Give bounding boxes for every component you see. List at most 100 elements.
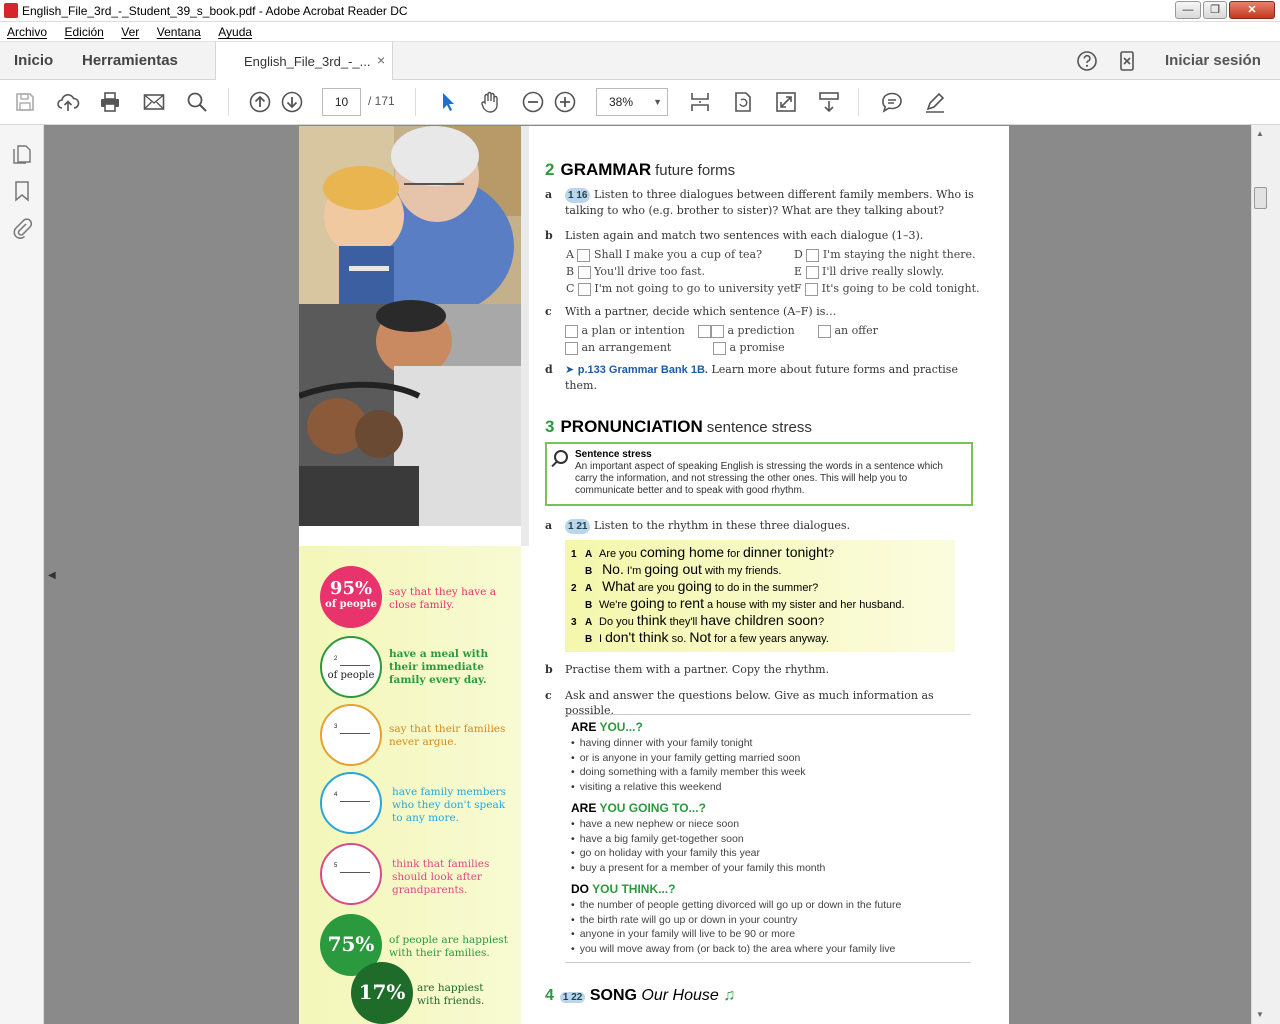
full-screen-icon[interactable] (774, 90, 798, 114)
option-A: A Shall I make you a cup of tea? (566, 248, 762, 262)
category-prediction: a prediction (698, 324, 795, 338)
stat-circle: 5 (320, 843, 382, 905)
zoom-value: 38% (609, 95, 634, 109)
stat-circle: 2 of people (320, 636, 382, 698)
zoom-out-icon[interactable] (521, 90, 545, 114)
left-navigation-pane (0, 125, 44, 1024)
menu-archivo[interactable]: Archivo (7, 25, 47, 39)
stat-text: say that their families never argue. (389, 723, 506, 748)
scroll-mode-icon[interactable] (817, 90, 841, 114)
dialogue-line: B No. I'm going out with my friends. (585, 561, 782, 577)
question-bullet: having dinner with your family tonight (571, 737, 753, 749)
stat-text: think that families should look after gr… (392, 858, 490, 896)
answer-checkbox[interactable] (577, 282, 591, 296)
zoom-select[interactable]: 38% ▼ (596, 88, 668, 116)
category-arrangement: an arrangement (565, 341, 671, 355)
stat-text: have family members who they don't speak… (392, 786, 507, 824)
answer-checkbox[interactable] (805, 282, 819, 296)
category-promise: a promise (713, 341, 785, 355)
mobile-link-icon[interactable] (1116, 50, 1138, 72)
toolbar: 10 / 171 38% ▼ (0, 80, 1280, 125)
divider (565, 714, 971, 715)
category-plan: a plan or intention (565, 324, 685, 338)
stat-text: have a meal with their immediate family … (389, 648, 489, 686)
tab-document[interactable]: English_File_3rd_-_... × (215, 42, 393, 81)
answer-checkbox[interactable] (577, 248, 591, 262)
question-group-heading: ARE YOU GOING TO...? (571, 801, 706, 815)
question-bullet: go on holiday with your family this year (571, 847, 760, 859)
option-E: E I'll drive really slowly. (794, 265, 945, 279)
select-cursor-icon[interactable] (436, 90, 460, 114)
collapse-left-pane-icon[interactable]: ◀ (48, 570, 56, 581)
search-icon[interactable] (185, 90, 209, 114)
attachment-icon[interactable] (12, 217, 32, 239)
comment-icon[interactable] (880, 90, 904, 114)
option-F: F It's going to be cold tonight. (794, 282, 980, 296)
tab-tools[interactable]: Herramientas (82, 52, 178, 69)
chevron-down-icon: ▼ (653, 97, 662, 107)
minimize-button[interactable]: — (1175, 1, 1201, 19)
window-title: English_File_3rd_-_Student_39_s_book.pdf… (22, 4, 408, 18)
menu-edicion[interactable]: Edición (64, 25, 103, 39)
upload-cloud-icon[interactable] (56, 90, 80, 114)
close-button[interactable]: ✕ (1229, 1, 1275, 19)
stats-panel: 95% of people say that they have a close … (299, 546, 521, 1024)
scroll-up-icon[interactable]: ▲ (1256, 129, 1264, 138)
category-offer: an offer (818, 324, 878, 338)
toolbar-separator (858, 88, 859, 116)
document-tab-close-icon[interactable]: × (377, 52, 385, 68)
answer-checkbox[interactable] (805, 265, 819, 279)
question-bullet: anyone in your family will live to be 90… (571, 928, 795, 940)
question-bullet: have a big family get-together soon (571, 833, 744, 845)
email-icon[interactable] (142, 90, 166, 114)
answer-checkbox[interactable] (806, 248, 820, 262)
dialogue-line: 3 A Do you think they'll have children soo… (571, 612, 825, 628)
stat-circle: 95% of people (320, 566, 382, 628)
tab-home[interactable]: Inicio (14, 52, 53, 69)
rotate-page-icon[interactable] (731, 90, 755, 114)
stat-text: of people are happiest with their famili… (389, 934, 508, 959)
help-icon[interactable] (1076, 50, 1098, 72)
highlight-pen-icon[interactable] (923, 90, 947, 114)
audio-track-badge[interactable]: 1 22 (559, 992, 586, 1003)
stat-circle: 3 (320, 704, 382, 766)
question-bullet: you will move away from (or back to) the… (571, 943, 896, 955)
page-fit-icon[interactable] (688, 90, 712, 114)
answer-checkbox[interactable] (577, 265, 591, 279)
pdf-page: 95% of people say that they have a close … (299, 126, 1009, 1024)
grammar-bank-link[interactable]: p.133 Grammar Bank 1B. (578, 364, 708, 376)
print-icon[interactable] (98, 90, 122, 114)
stat-text: are happiest with friends. (417, 982, 485, 1007)
save-icon[interactable] (13, 90, 37, 114)
audio-track-badge[interactable]: 1 16 (565, 188, 591, 203)
hand-tool-icon[interactable] (478, 90, 502, 114)
question-group-heading: DO YOU THINK...? (571, 882, 676, 896)
question-bullet: or is anyone in your family getting marr… (571, 752, 801, 764)
option-B: B You'll drive too fast. (566, 265, 706, 279)
toolbar-separator (415, 88, 416, 116)
stat-text: say that they have a close family. (389, 586, 496, 611)
vertical-scrollbar[interactable]: ▲ ▼ (1251, 125, 1268, 1024)
zoom-in-icon[interactable] (553, 90, 577, 114)
question-bullet: the birth rate will go up or down in you… (571, 914, 798, 926)
next-page-icon[interactable] (280, 90, 304, 114)
rhythm-dialogues: 1 A Are you coming home for dinner tonight… (565, 540, 955, 652)
menu-ver[interactable]: Ver (121, 25, 139, 39)
page-thumbnails-icon[interactable] (12, 143, 32, 165)
bookmark-icon[interactable] (13, 180, 31, 202)
dialogue-line: 1 A Are you coming home for dinner tonight… (571, 544, 834, 560)
maximize-button[interactable]: ❐ (1203, 1, 1227, 19)
previous-page-icon[interactable] (248, 90, 272, 114)
scrollbar-thumb[interactable] (1254, 187, 1267, 209)
signin-button[interactable]: Iniciar sesión (1165, 52, 1261, 69)
dialogue-line: B We're going to rent a house with my sis… (585, 595, 905, 611)
pdf-icon (4, 3, 18, 18)
audio-track-badge[interactable]: 1 21 (565, 519, 591, 534)
scroll-down-icon[interactable]: ▼ (1256, 1010, 1264, 1019)
menu-ayuda[interactable]: Ayuda (218, 25, 252, 39)
page-number-input[interactable]: 10 (322, 88, 361, 116)
question-bullet: have a new nephew or niece soon (571, 818, 739, 830)
menu-ventana[interactable]: Ventana (157, 25, 201, 39)
grammar-heading: 2 GRAMMAR future forms (545, 160, 736, 179)
sentence-stress-tip-box: Sentence stress An important aspect of s… (545, 442, 973, 506)
